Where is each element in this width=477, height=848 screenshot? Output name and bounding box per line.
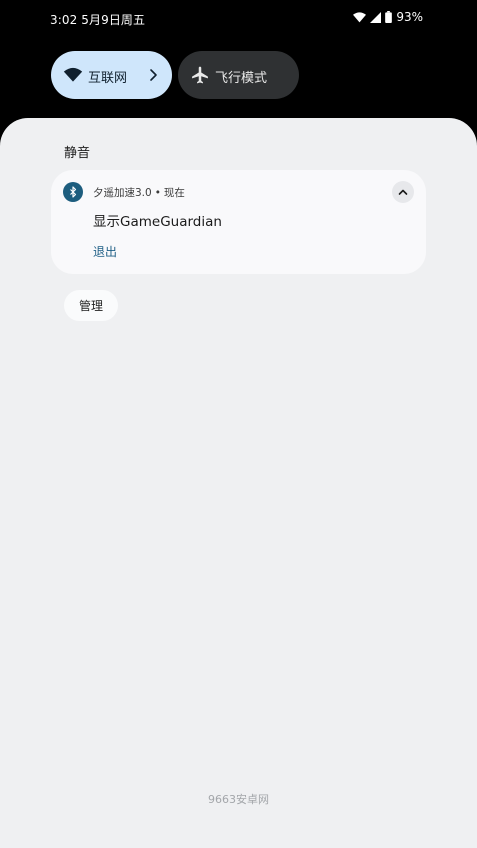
battery-icon	[385, 11, 393, 23]
watermark: 9663安卓网	[208, 793, 269, 806]
status-bar: 3:02 5月9日周五 93%	[0, 0, 477, 36]
app-bluetooth-icon	[63, 182, 83, 202]
silent-section-title: 静音	[64, 146, 91, 161]
notification-app-name: 夕遥加速3.0	[93, 187, 152, 199]
internet-tile[interactable]: 互联网	[51, 51, 172, 99]
wifi-icon	[63, 65, 83, 85]
notification-title: 显示GameGuardian	[93, 214, 222, 230]
battery-percent: 93%	[396, 10, 423, 24]
chevron-up-icon	[398, 189, 408, 195]
header-separator: •	[154, 187, 161, 199]
airplane-mode-tile-label: 飞行模式	[215, 71, 268, 86]
status-time-date: 3:02 5月9日周五	[50, 13, 146, 27]
airplane-mode-tile[interactable]: 飞行模式	[178, 51, 299, 99]
notification-time: 现在	[163, 187, 185, 199]
collapse-button[interactable]	[392, 181, 414, 203]
notification-card[interactable]: 夕遥加速3.0 • 现在 显示GameGuardian 退出	[51, 170, 426, 274]
notification-header: 夕遥加速3.0 • 现在	[93, 185, 185, 200]
wifi-signal-icon	[353, 11, 367, 23]
manage-button[interactable]: 管理	[64, 290, 118, 321]
exit-action-button[interactable]: 退出	[93, 243, 117, 260]
cellular-signal-icon	[370, 11, 382, 23]
internet-tile-label: 互联网	[88, 71, 128, 86]
airplane-icon	[190, 65, 210, 85]
chevron-right-icon[interactable]	[146, 67, 160, 83]
status-icons: 93%	[353, 10, 423, 24]
